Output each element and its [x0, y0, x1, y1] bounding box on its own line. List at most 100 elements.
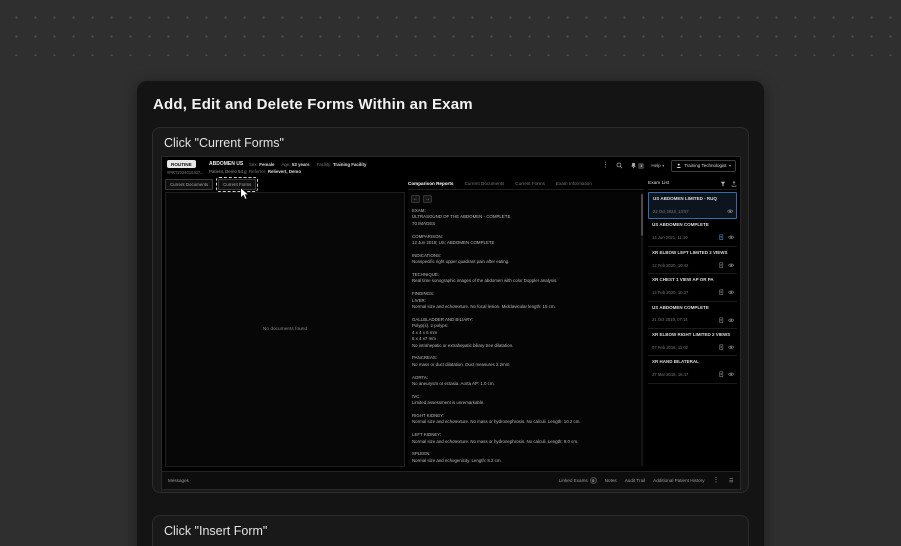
help-label: Help [651, 163, 661, 169]
exam-item-meta: 27 Mar 2016, 16:47 [652, 371, 734, 378]
patient-name: Patient, Demo 54.g [209, 168, 247, 174]
age-field: Age: 53 years [281, 162, 309, 167]
exam-list-header: Exam List [648, 178, 737, 190]
facility-label: Facility: [316, 161, 332, 167]
user-name: Training Technologist [684, 163, 727, 169]
exam-list-item[interactable]: XR CHEST 1 VIEW AP OR PA 12 Feb 2020, 10… [648, 274, 737, 302]
exam-item-date: 14 Jun 2021, 11:10 [652, 235, 688, 241]
app-footer: Messages Linked Exams 0 Notes Audit Trai… [162, 471, 740, 489]
exam-name: ABDOMEN US [209, 161, 244, 167]
step-1-label: Click "Current Forms" [164, 136, 284, 150]
exam-item-meta: 12 Feb 2020, 10:42 [652, 262, 734, 269]
view-images-icon[interactable] [727, 289, 735, 296]
referrer-label: Referrer: [249, 168, 267, 174]
exam-item-name: XR CHEST 1 VIEW AP OR PA [652, 277, 714, 283]
view-images-icon[interactable] [727, 317, 735, 324]
filter-icon[interactable] [720, 181, 726, 187]
exam-item-meta: 14 Jun 2021, 11:10 [652, 234, 734, 241]
chevron-down-icon: ▾ [662, 162, 665, 168]
linked-exams-label: Linked Exams [558, 478, 588, 483]
view-images-icon[interactable] [727, 234, 735, 241]
exam-item-meta: 07 Feb 2018, 11:02 [652, 344, 734, 351]
notifications-button[interactable]: 1 [630, 162, 645, 169]
previous-report-button[interactable]: ← [411, 195, 420, 203]
exam-list-item[interactable]: US ABDOMEN LIMITED - RUQ 22 Oct 2024, 13… [648, 192, 737, 220]
facility-value: Training Facility [332, 161, 367, 167]
sex-value: Female [259, 161, 275, 167]
referrer-field: Referrer: Relievert, Demo [249, 169, 301, 174]
export-icon[interactable] [731, 180, 737, 187]
priority-badge: ROUTINE [167, 160, 196, 168]
view-images-icon[interactable] [727, 371, 735, 378]
dot-pattern [0, 0, 901, 56]
accession-number: #PRT2024010307... [167, 169, 204, 175]
chevron-down-icon: ▾ [728, 162, 731, 168]
tutorial-card: Add, Edit and Delete Forms Within an Exa… [137, 81, 764, 546]
report-icon[interactable] [718, 262, 725, 269]
view-images-icon[interactable] [726, 208, 734, 215]
step-panel-insert-form: Click "Insert Form" [152, 515, 749, 546]
exam-item-meta: 21 Oct 2019, 07:14 [652, 317, 734, 324]
app-header-actions: ⋮ 1 Help ▾ Training Technologist ▾ [602, 160, 736, 172]
user-menu[interactable]: Training Technologist ▾ [671, 160, 736, 172]
step-2-label: Click "Insert Form" [164, 524, 268, 538]
main-tab-bar: Comparison Reports Current Documents Cur… [408, 178, 644, 190]
overflow-menu-icon[interactable]: ⋮ [602, 162, 609, 169]
report-icon[interactable] [718, 289, 725, 296]
sex-field: Sex: Female [249, 162, 274, 167]
view-images-icon[interactable] [727, 262, 735, 269]
exam-item-date: 21 Oct 2019, 07:14 [652, 317, 688, 323]
referrer-value: Relievert, Demo [267, 168, 302, 174]
age-label: Age: [281, 161, 291, 167]
tab-current-documents[interactable]: Current Documents [464, 181, 504, 186]
exam-item-name: XR ELBOW RIGHT LIMITED 2 VIEWS [652, 331, 731, 337]
exam-list-item[interactable]: US ABDOMEN COMPLETE 21 Oct 2019, 07:14 [648, 302, 737, 329]
report-navigation: ← → [411, 195, 435, 203]
tab-comparison-reports[interactable]: Comparison Reports [408, 181, 453, 186]
sex-label: Sex: [249, 161, 258, 167]
footer-actions: Linked Exams 0 Notes Audit Trail Additio… [559, 477, 734, 484]
exam-list-item[interactable]: US ABDOMEN COMPLETE 14 Jun 2021, 11:10 [648, 219, 737, 247]
report-body: EXAM: ULTRASOUND OF THE ABDOMEN - COMPLE… [412, 208, 581, 463]
notes-button[interactable]: Notes [605, 478, 617, 483]
exam-list-item[interactable]: XR ELBOW RIGHT LIMITED 2 VIEWS 07 Feb 20… [648, 329, 737, 357]
report-icon[interactable] [718, 317, 725, 324]
audit-trail-button[interactable]: Audit Trail [625, 478, 645, 483]
additional-patient-history-button[interactable]: Additional Patient History [653, 478, 704, 483]
notification-count-badge: 1 [638, 162, 645, 169]
exam-item-date: 27 Mar 2016, 16:47 [652, 372, 689, 378]
footer-overflow-menu-icon[interactable]: ⋮ [713, 477, 720, 484]
linked-exams-button[interactable]: Linked Exams 0 [559, 477, 597, 484]
doc-tab-current-forms[interactable]: Current Forms [215, 176, 259, 193]
exam-item-date: 07 Feb 2018, 11:02 [652, 344, 689, 350]
next-report-button[interactable]: → [423, 195, 432, 203]
search-icon[interactable] [616, 162, 623, 169]
exam-item-date: 12 Feb 2020, 10:37 [652, 289, 689, 295]
exam-list-item[interactable]: XR ELBOW LEFT LIMITED 2 VIEWS 12 Feb 202… [648, 247, 737, 275]
report-icon[interactable] [718, 344, 725, 351]
exam-item-name: XR HAND BILATERAL [652, 359, 699, 365]
help-menu[interactable]: Help ▾ [651, 163, 664, 168]
exam-item-name: US ABDOMEN COMPLETE [652, 222, 709, 228]
person-icon [676, 163, 682, 169]
exam-list-title: Exam List [648, 181, 670, 186]
exam-item-name: US ABDOMEN COMPLETE [652, 304, 709, 310]
mouse-cursor [240, 187, 250, 200]
exam-item-meta: 22 Oct 2024, 13:57 [653, 208, 733, 215]
exam-item-date: 12 Feb 2020, 10:42 [652, 262, 689, 268]
facility-field: Facility: Training Facility [317, 162, 367, 167]
tab-exam-information[interactable]: Exam Information [556, 181, 592, 186]
age-value: 53 years [291, 161, 310, 167]
messages-button[interactable]: Messages [168, 478, 189, 483]
exam-list-item[interactable]: XR HAND BILATERAL 27 Mar 2016, 16:47 [648, 356, 737, 384]
report-icon[interactable] [718, 234, 725, 241]
doc-tab-current-documents[interactable]: Current Documents [165, 179, 214, 190]
tab-current-forms[interactable]: Current Forms [515, 181, 545, 186]
view-images-icon[interactable] [727, 344, 735, 351]
report-icon[interactable] [718, 371, 725, 378]
list-view-icon[interactable] [728, 477, 735, 484]
step-panel-current-forms: Click "Current Forms" ROUTINE #PRT202401… [152, 127, 749, 493]
report-scrollbar-thumb[interactable] [641, 194, 643, 236]
exam-list-items: US ABDOMEN LIMITED - RUQ 22 Oct 2024, 13… [648, 192, 737, 467]
bell-icon [631, 162, 636, 169]
